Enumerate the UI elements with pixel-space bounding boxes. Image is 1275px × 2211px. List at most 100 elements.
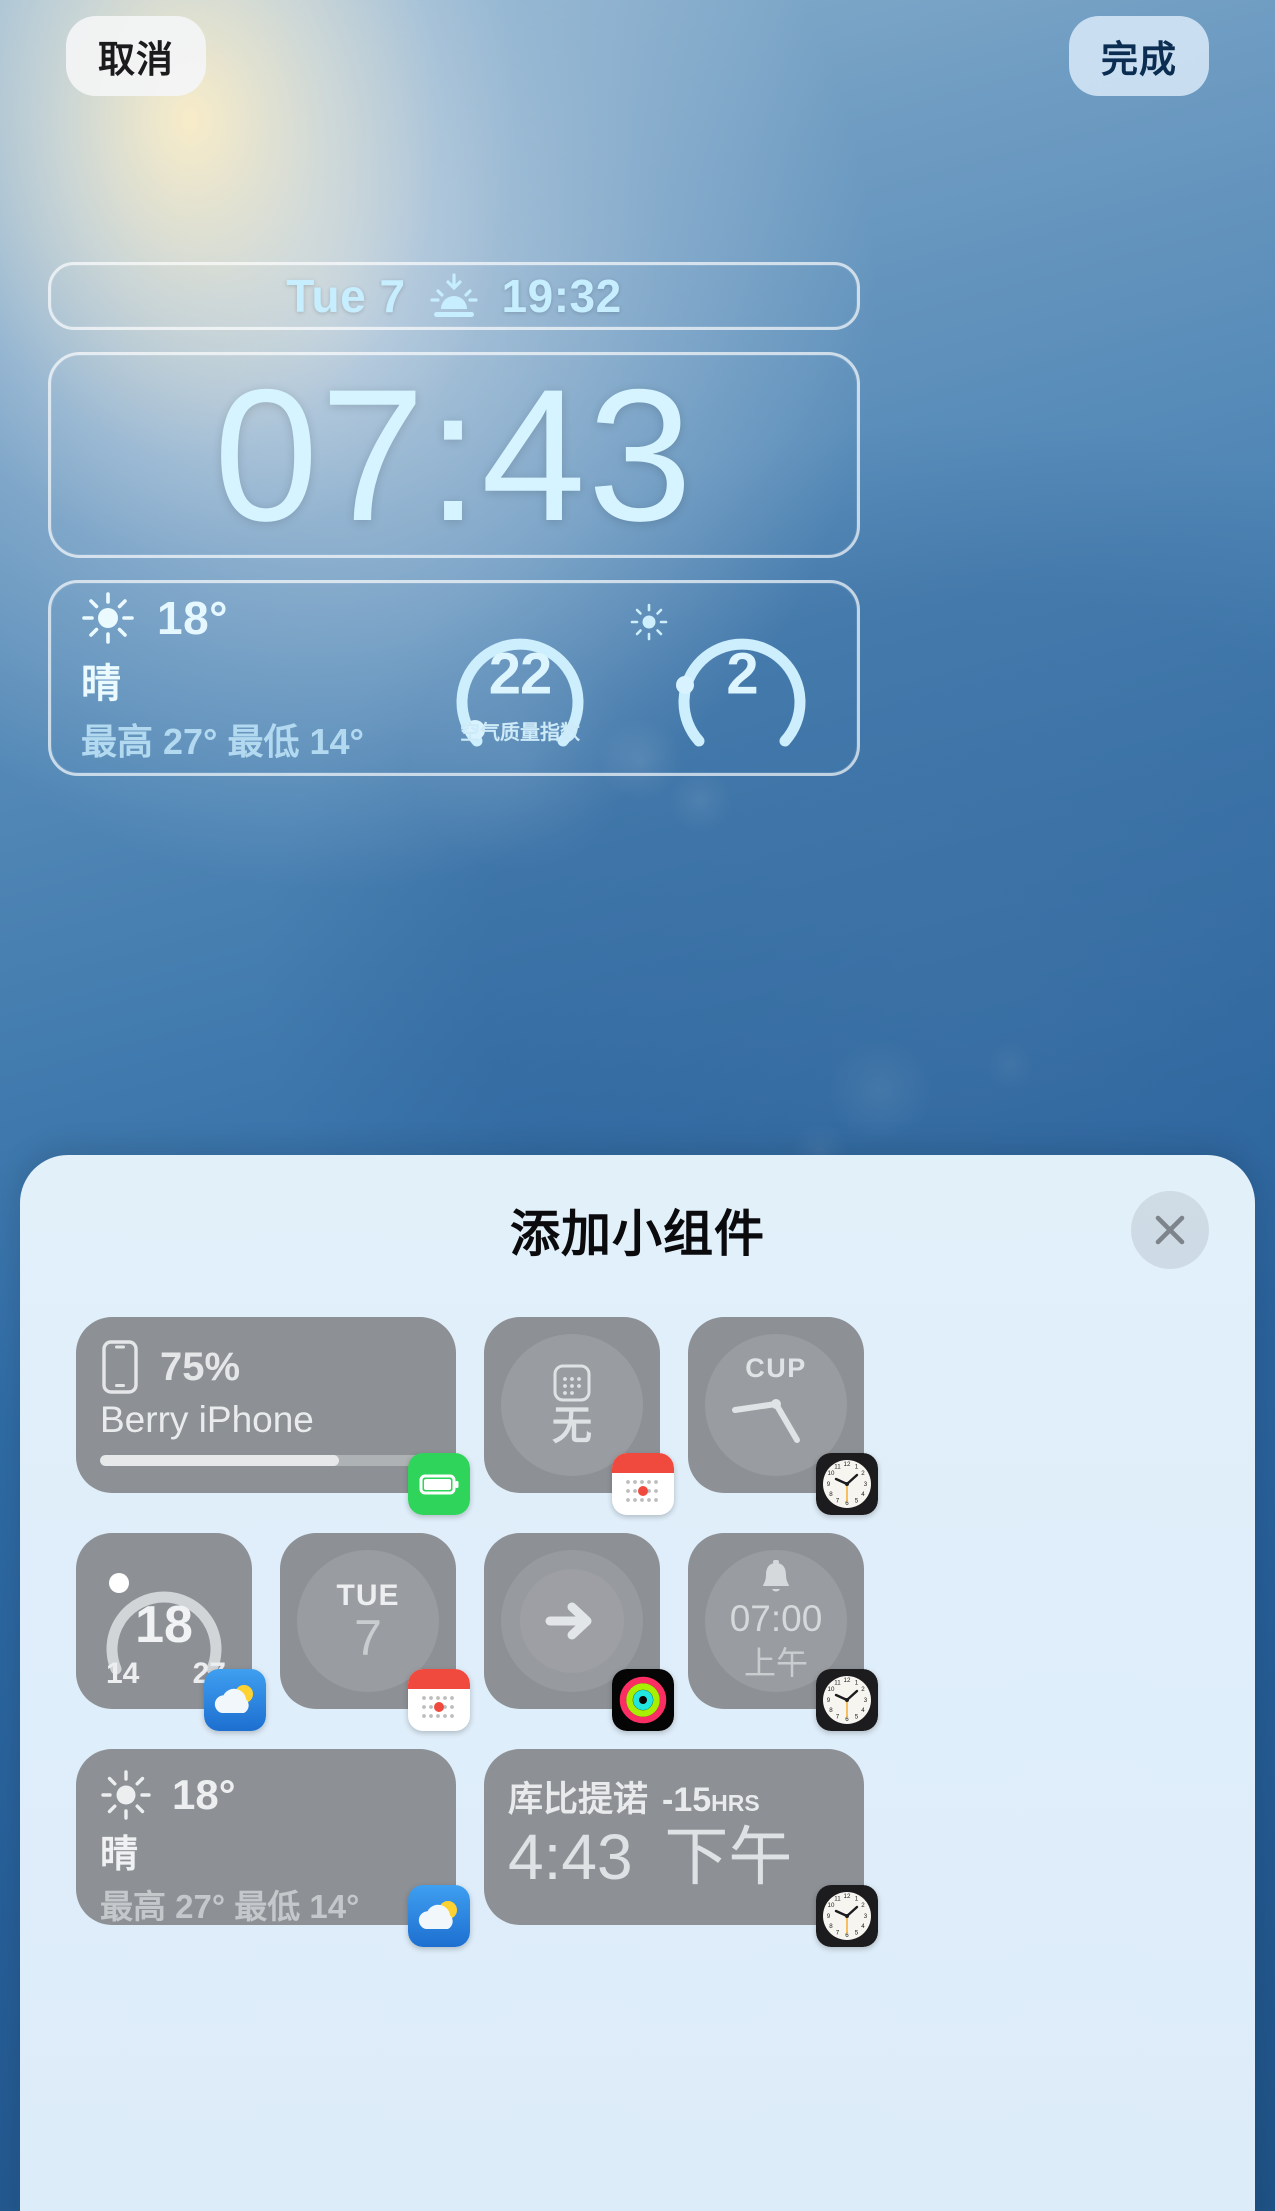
calendar-app-icon [408,1669,470,1731]
lockscreen-weather-widget-slot[interactable]: 18° 晴 最高 27° 最低 14° 22 空气质量指数 2 [48,580,860,776]
lock-screen-editor: 取消 完成 Tue 7 19:32 07:43 18° 晴 最高 27° 最低 … [0,0,1275,2211]
alarm-ampm: 上午 [743,1645,808,1682]
lockscreen-date-text: Tue 7 [286,270,406,322]
iphone-icon [102,1340,138,1394]
widget-option-battery[interactable]: 75% Berry iPhone [76,1317,470,1515]
svg-text:10: 10 [828,1686,835,1693]
svg-text:11: 11 [834,1680,841,1687]
add-widget-sheet: 添加小组件 75% Berry iPhone 无 CUP 12 1 2 3 4 … [20,1155,1255,2211]
clock-app-icon: 12 1 2 345 678 9 10 11 [816,1453,878,1515]
lockscreen-weather-temp: 18° [157,592,229,644]
widget-row: 18 14 27 [76,1533,1199,1731]
arrow-right-icon [545,1602,592,1640]
calendar-day: 7 [354,1610,382,1666]
weather-wide-range: 最高 27° 最低 14° [100,1888,360,1925]
widget-gallery-grid: 75% Berry iPhone 无 CUP 12 1 2 3 4 5 6 7 … [20,1305,1255,1947]
weather-wide-temp: 18° [172,1771,236,1818]
widget-option-weather-wide[interactable]: 18° 晴 最高 27° 最低 14° [76,1749,470,1947]
svg-text:2: 2 [861,1470,865,1477]
weather-app-icon [408,1885,470,1947]
svg-text:11: 11 [834,1464,841,1471]
svg-text:3: 3 [864,1481,868,1488]
calendar-weekday: TUE [336,1579,400,1612]
sun-icon [101,1770,151,1820]
svg-text:8: 8 [829,1491,833,1498]
analog-clock-city: CUP [745,1352,807,1383]
clock-app-icon: 12 1 2 345 678 9 10 11 [816,1885,878,1947]
svg-text:2: 2 [861,1902,865,1909]
alarm-time: 07:00 [729,1597,823,1639]
world-clock-time: 4:43 [508,1821,633,1893]
batteries-app-icon [408,1453,470,1515]
svg-text:9: 9 [827,1913,831,1920]
svg-text:10: 10 [828,1902,835,1909]
svg-text:5: 5 [855,1930,859,1937]
close-sheet-button[interactable] [1131,1191,1209,1269]
calendar-grid-icon [553,1364,591,1402]
svg-text:7: 7 [836,1498,840,1505]
svg-text:9: 9 [827,1481,831,1488]
widget-option-fitness[interactable] [484,1533,674,1731]
svg-text:8: 8 [829,1923,833,1930]
svg-text:5: 5 [855,1498,859,1505]
battery-progress-fill [100,1455,340,1466]
close-icon [1155,1215,1185,1245]
widget-row: 75% Berry iPhone 无 CUP 12 1 2 3 4 5 6 7 … [76,1317,1199,1515]
svg-text:12: 12 [844,1893,851,1900]
sheet-header: 添加小组件 [20,1155,1255,1305]
battery-percent: 75% [160,1344,241,1389]
world-clock-city: 库比提诺 [508,1780,649,1819]
svg-text:12: 12 [844,1461,851,1468]
lockscreen-time-text: 19:32 [501,270,622,322]
calendar-app-icon [612,1453,674,1515]
svg-text:10: 10 [828,1470,835,1477]
weather-range-current: 18 [135,1595,193,1654]
weather-wide-condition: 晴 [100,1834,139,1876]
calendar-none-label: 无 [552,1404,592,1448]
lockscreen-widget-stack: Tue 7 19:32 07:43 18° 晴 最高 27° 最低 14° 22… [48,262,860,776]
world-clock-ampm: 下午 [664,1821,793,1893]
svg-text:5: 5 [855,1714,859,1721]
lockscreen-weather-gauges: 22 空气质量指数 2 [427,583,835,773]
battery-device-name: Berry iPhone [100,1399,314,1440]
svg-text:7: 7 [836,1930,840,1937]
bell-icon [763,1559,789,1592]
widget-option-alarm[interactable]: 07:00 上午 12 1 2 345 678 9 10 11 [688,1533,878,1731]
widget-row: 18° 晴 最高 27° 最低 14° 库比提诺 -15HRS 4:43 下午 … [76,1749,1199,1947]
widget-option-calendar-none[interactable]: 无 [484,1317,674,1515]
svg-text:4: 4 [861,1707,865,1714]
editor-toolbar: 取消 完成 [0,16,1275,96]
svg-text:1: 1 [855,1464,859,1471]
fitness-app-icon [612,1669,674,1731]
widget-option-weather-range[interactable]: 18 14 27 [76,1533,266,1731]
sun-icon [630,603,668,641]
svg-text:1: 1 [855,1680,859,1687]
uv-gauge: 2 [630,603,835,753]
analog-clock-hands-icon [732,1398,800,1443]
world-clock-offset-unit: HRS [711,1790,760,1816]
sheet-title: 添加小组件 [510,1206,765,1262]
widget-option-world-clock[interactable]: 库比提诺 -15HRS 4:43 下午 12 1 2 3 4 5 6 7 8 9… [484,1749,878,1947]
svg-text:7: 7 [836,1714,840,1721]
aqi-value: 22 [488,641,553,707]
widget-option-analog-clock[interactable]: CUP 12 1 2 3 4 5 6 7 8 9 10 11 [688,1317,878,1515]
aqi-label: 空气质量指数 [460,722,580,744]
lockscreen-clock-slot[interactable]: 07:43 [48,352,860,558]
svg-text:3: 3 [864,1697,868,1704]
aqi-gauge: 22 空气质量指数 [427,603,613,753]
lockscreen-clock: 07:43 [213,350,695,560]
lockscreen-date-widget-slot[interactable]: Tue 7 19:32 [48,262,860,330]
battery-progress-bar [100,1455,432,1466]
done-button[interactable]: 完成 [1069,16,1209,96]
sun-icon [82,592,134,644]
svg-text:2: 2 [861,1686,865,1693]
widget-option-calendar-date[interactable]: TUE 7 [280,1533,470,1731]
svg-text:11: 11 [834,1896,841,1903]
svg-text:8: 8 [829,1707,833,1714]
svg-text:1: 1 [855,1896,859,1903]
svg-text:4: 4 [861,1491,865,1498]
weather-range-low: 14 [106,1657,140,1690]
svg-text:12: 12 [844,1677,851,1684]
cancel-button[interactable]: 取消 [66,16,206,96]
svg-text:4: 4 [861,1923,865,1930]
